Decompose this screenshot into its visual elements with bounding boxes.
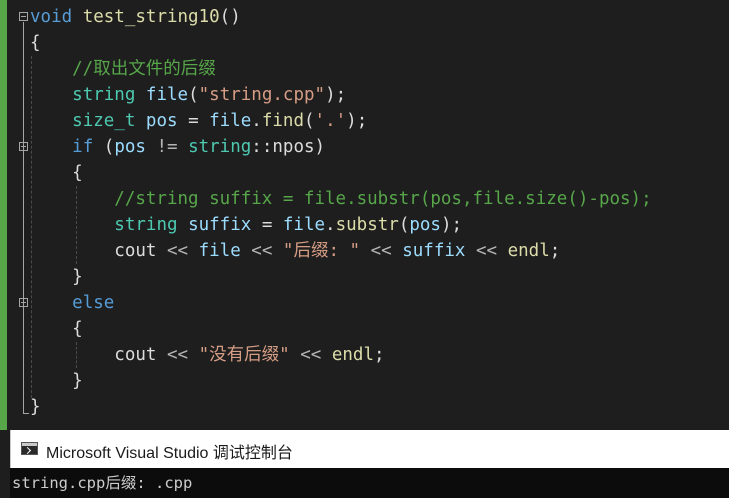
code-token: { (30, 163, 83, 183)
code-token: else (72, 293, 115, 313)
code-line[interactable]: cout << file << "后缀: " << suffix << endl… (30, 238, 560, 264)
code-token: () (219, 7, 241, 27)
code-line[interactable]: { (30, 30, 41, 56)
code-token: << (156, 345, 199, 365)
code-token: << (240, 241, 283, 261)
code-token: if (72, 137, 94, 157)
fold-end (23, 413, 29, 414)
code-token: ); (325, 85, 347, 105)
code-token: { (30, 319, 83, 339)
code-line[interactable]: size_t pos = file.find('.'); (30, 108, 367, 134)
code-token: string (188, 137, 252, 157)
code-token: ( (188, 85, 199, 105)
code-token: test_string10 (82, 7, 220, 27)
code-token: ( (93, 137, 115, 157)
code-token: string (114, 215, 178, 235)
code-token: substr (335, 215, 399, 235)
console-title-bar[interactable]: Microsoft Visual Studio 调试控制台 (10, 430, 729, 468)
code-token: << (289, 345, 332, 365)
code-line[interactable]: cout << "没有后缀" << endl; (30, 342, 385, 368)
code-line[interactable]: //string suffix = file.substr(pos,file.s… (30, 186, 652, 212)
code-token: "没有后缀" (198, 345, 290, 365)
code-line[interactable]: { (30, 316, 83, 342)
code-token: cout (114, 241, 157, 261)
code-token: pos (145, 111, 178, 131)
code-editor[interactable]: void test_string10() { //取出文件的后缀 string f… (0, 0, 729, 430)
code-token: size_t (72, 111, 136, 131)
collapse-else-icon[interactable] (19, 298, 28, 307)
code-token: find (261, 111, 304, 131)
code-token: "string.cpp" (198, 85, 326, 105)
code-token: file (198, 241, 241, 261)
console-left-edge (0, 430, 10, 498)
code-token: "后缀: " (282, 241, 361, 261)
code-token: = (251, 215, 283, 235)
collapse-if-icon[interactable] (19, 142, 28, 151)
code-line[interactable]: //取出文件的后缀 (30, 56, 216, 82)
code-line[interactable]: else (30, 290, 114, 316)
console-output-text: string.cpp后缀: .cpp (12, 474, 193, 492)
code-token: cout (114, 345, 157, 365)
code-token: ; (374, 345, 385, 365)
code-token: suffix (402, 241, 466, 261)
code-line[interactable]: string file("string.cpp"); (30, 82, 346, 108)
code-token: << (465, 241, 508, 261)
code-token: file (145, 85, 189, 105)
code-token: string (72, 85, 136, 105)
code-line[interactable]: if (pos != string::npos) (30, 134, 325, 160)
code-token: } (30, 267, 83, 287)
code-token: . (251, 111, 262, 131)
code-line[interactable]: } (30, 264, 83, 290)
console-window-icon (21, 442, 38, 455)
code-token: pos (409, 215, 441, 235)
code-token: ); (346, 111, 368, 131)
code-token: ::npos) (251, 137, 326, 157)
code-token: suffix (188, 215, 252, 235)
code-token: { (30, 33, 41, 53)
code-line[interactable]: { (30, 160, 83, 186)
code-token: << (156, 241, 199, 261)
code-line[interactable]: void test_string10() (30, 4, 241, 30)
code-line[interactable]: string suffix = file.substr(pos); (30, 212, 462, 238)
code-token: pos (114, 137, 146, 157)
code-token: ( (398, 215, 410, 235)
outlining-gutter (7, 0, 29, 430)
fold-line (23, 22, 24, 413)
code-token: endl (331, 345, 374, 365)
code-token: ; (549, 241, 561, 261)
code-token: //取出文件的后缀 (30, 59, 216, 79)
code-token: //string suffix = file.substr(pos,file.s… (30, 189, 652, 209)
collapse-function-icon[interactable] (19, 12, 28, 21)
code-token: file (282, 215, 326, 235)
code-token: endl (507, 241, 550, 261)
code-token: . (325, 215, 336, 235)
code-token: void (30, 7, 73, 27)
code-token: ); (440, 215, 463, 235)
code-token: != (145, 137, 189, 157)
code-token: '.' (314, 111, 347, 131)
code-line[interactable]: } (30, 368, 83, 394)
console-title: Microsoft Visual Studio 调试控制台 (46, 445, 293, 462)
code-token: } (30, 371, 83, 391)
code-token: << (360, 241, 403, 261)
code-token: file (209, 111, 252, 131)
console-output-area[interactable]: string.cpp后缀: .cpp (10, 468, 729, 498)
code-token: } (30, 397, 41, 417)
code-token: = (177, 111, 210, 131)
code-token: ( (304, 111, 315, 131)
change-tracking-bar (0, 0, 7, 430)
code-line[interactable]: } (30, 394, 41, 420)
